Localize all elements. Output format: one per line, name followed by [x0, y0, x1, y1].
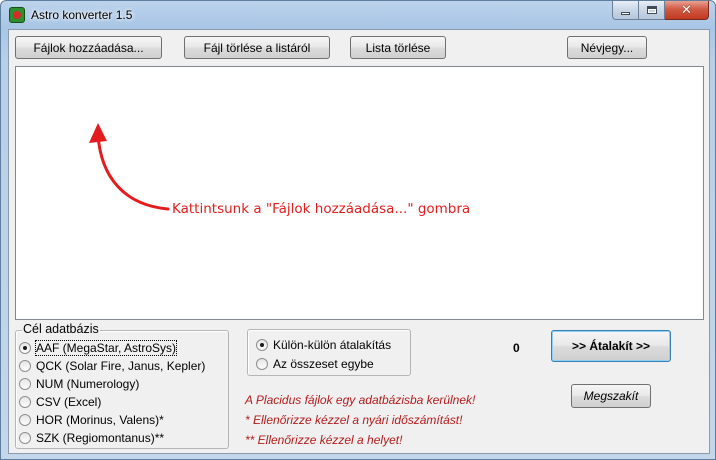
- radio-aaf[interactable]: AAF (MegaStar, AstroSys): [19, 340, 178, 356]
- radio-button-icon[interactable]: [256, 339, 268, 351]
- radio-separate[interactable]: Külön-külön átalakítás: [256, 338, 391, 352]
- cancel-button[interactable]: Megszakít: [571, 384, 651, 408]
- window-controls: ✕: [612, 1, 709, 21]
- radio-szk[interactable]: SZK (Regiomontanus)**: [19, 431, 164, 445]
- clear-list-button[interactable]: Lista törlése: [350, 36, 446, 59]
- radio-csv[interactable]: CSV (Excel): [19, 395, 101, 409]
- radio-button-icon[interactable]: [19, 360, 31, 372]
- minimize-button[interactable]: [612, 1, 639, 20]
- radio-label: SZK (Regiomontanus)**: [36, 431, 165, 445]
- radio-button-icon[interactable]: [256, 358, 268, 370]
- radio-button-icon[interactable]: [19, 342, 31, 354]
- convert-button[interactable]: >> Átalakít >>: [551, 330, 671, 362]
- file-counter: 0: [513, 341, 520, 355]
- minimize-icon: [621, 11, 630, 15]
- window-title: Astro konverter 1.5: [31, 8, 133, 22]
- radio-label: HOR (Morinus, Valens)*: [36, 413, 164, 427]
- radio-button-icon[interactable]: [19, 432, 31, 444]
- radio-label: AAF (MegaStar, AstroSys): [34, 340, 178, 356]
- radio-hor[interactable]: HOR (Morinus, Valens)*: [19, 413, 164, 427]
- radio-button-icon[interactable]: [19, 378, 31, 390]
- client-area: Fájlok hozzáadása... Fájl törlése a list…: [8, 29, 710, 454]
- file-list[interactable]: Kattintsunk a "Fájlok hozzáadása..." gom…: [15, 66, 704, 320]
- radio-button-icon[interactable]: [19, 414, 31, 426]
- group-title: Cél adatbázis: [22, 322, 100, 336]
- radio-label: Külön-külön átalakítás: [273, 338, 392, 352]
- note-dst: * Ellenőrizze kézzel a nyári időszámítás…: [245, 413, 463, 427]
- close-button[interactable]: ✕: [665, 1, 709, 20]
- radio-all-in-one[interactable]: Az összeset egybe: [256, 357, 374, 371]
- hint-annotation: Kattintsunk a "Fájlok hozzáadása..." gom…: [172, 201, 471, 217]
- radio-num[interactable]: NUM (Numerology): [19, 377, 139, 391]
- annotation-arrow-icon: [89, 123, 170, 211]
- radio-label: NUM (Numerology): [36, 377, 140, 391]
- about-button[interactable]: Névjegy...: [567, 36, 647, 59]
- note-placidus: A Placidus fájlok egy adatbázisba kerüln…: [245, 393, 476, 407]
- note-place: ** Ellenőrizze kézzel a helyet!: [245, 433, 403, 447]
- radio-button-icon[interactable]: [19, 396, 31, 408]
- title-bar[interactable]: Astro konverter 1.5 ✕: [1, 1, 715, 29]
- add-files-button[interactable]: Fájlok hozzáadása...: [15, 36, 162, 59]
- close-icon: ✕: [681, 2, 692, 18]
- maximize-icon: [646, 6, 657, 14]
- radio-label: CSV (Excel): [36, 395, 102, 409]
- conversion-mode-group: Külön-külön átalakítás Az összeset egybe: [247, 329, 411, 376]
- radio-label: Az összeset egybe: [273, 357, 374, 371]
- radio-qck[interactable]: QCK (Solar Fire, Janus, Kepler): [19, 359, 205, 373]
- app-icon[interactable]: [9, 7, 25, 23]
- maximize-button[interactable]: [639, 1, 665, 20]
- remove-file-button[interactable]: Fájl törlése a listáról: [184, 36, 330, 59]
- app-window: Astro konverter 1.5 ✕ Fájlok hozzáadása.…: [0, 0, 716, 460]
- target-database-group: Cél adatbázis AAF (MegaStar, AstroSys) Q…: [15, 322, 229, 449]
- radio-label: QCK (Solar Fire, Janus, Kepler): [36, 359, 206, 373]
